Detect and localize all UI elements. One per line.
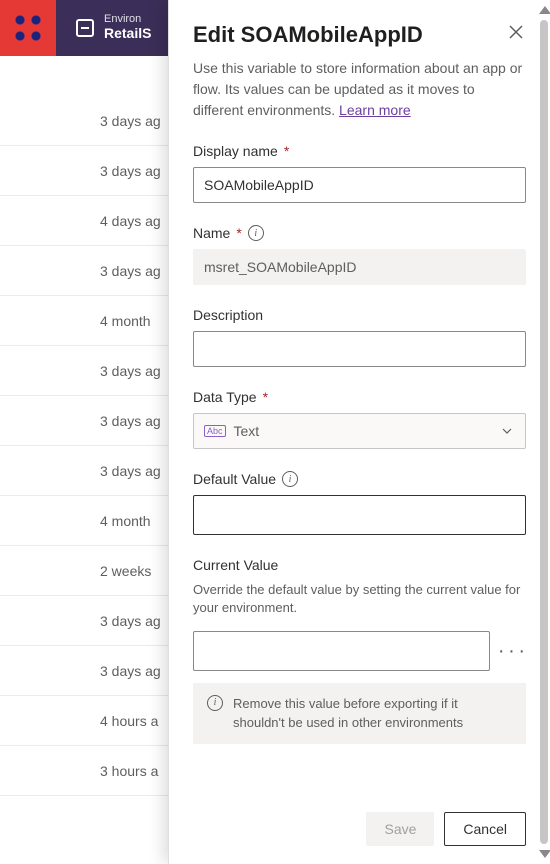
environment-selector[interactable]: Environ RetailS bbox=[76, 14, 151, 42]
default-value-label: Default Value i bbox=[193, 471, 526, 487]
text-type-icon: Abc bbox=[204, 425, 226, 437]
more-actions-button[interactable]: · · · bbox=[496, 641, 526, 661]
cancel-button[interactable]: Cancel bbox=[444, 812, 526, 846]
chevron-down-icon bbox=[501, 425, 513, 437]
default-value-input[interactable] bbox=[193, 495, 526, 535]
panel-title: Edit SOAMobileAppID bbox=[193, 22, 423, 48]
scrollbar-track[interactable] bbox=[540, 20, 548, 844]
display-name-input[interactable] bbox=[193, 167, 526, 203]
info-icon[interactable]: i bbox=[282, 471, 298, 487]
close-button[interactable] bbox=[506, 22, 526, 42]
app-launcher-button[interactable] bbox=[0, 0, 56, 56]
current-value-callout: i Remove this value before exporting if … bbox=[193, 683, 526, 743]
panel-footer: Save Cancel bbox=[169, 801, 550, 864]
scroll-down-arrow[interactable] bbox=[539, 850, 550, 858]
panel-description: Use this variable to store information a… bbox=[193, 58, 526, 121]
current-value-input[interactable] bbox=[193, 631, 490, 671]
close-icon bbox=[508, 24, 524, 40]
name-input bbox=[193, 249, 526, 285]
scroll-up-arrow[interactable] bbox=[539, 6, 550, 14]
name-label: Name* i bbox=[193, 225, 526, 241]
data-type-select[interactable]: Abc Text bbox=[193, 413, 526, 449]
description-label: Description bbox=[193, 307, 526, 323]
current-value-label: Current Value bbox=[193, 557, 526, 573]
data-type-label: Data Type* bbox=[193, 389, 526, 405]
info-icon: i bbox=[207, 695, 223, 711]
current-value-help: Override the default value by setting th… bbox=[193, 581, 526, 617]
display-name-label: Display name* bbox=[193, 143, 526, 159]
callout-text: Remove this value before exporting if it… bbox=[233, 695, 512, 731]
info-icon[interactable]: i bbox=[248, 225, 264, 241]
learn-more-link[interactable]: Learn more bbox=[339, 102, 411, 118]
environment-label: Environ bbox=[104, 14, 151, 25]
environment-name: RetailS bbox=[104, 25, 151, 42]
environment-icon bbox=[76, 19, 94, 37]
description-input[interactable] bbox=[193, 331, 526, 367]
save-button: Save bbox=[366, 812, 434, 846]
data-type-value: Text bbox=[234, 423, 260, 439]
edit-panel: Edit SOAMobileAppID Use this variable to… bbox=[168, 0, 550, 864]
